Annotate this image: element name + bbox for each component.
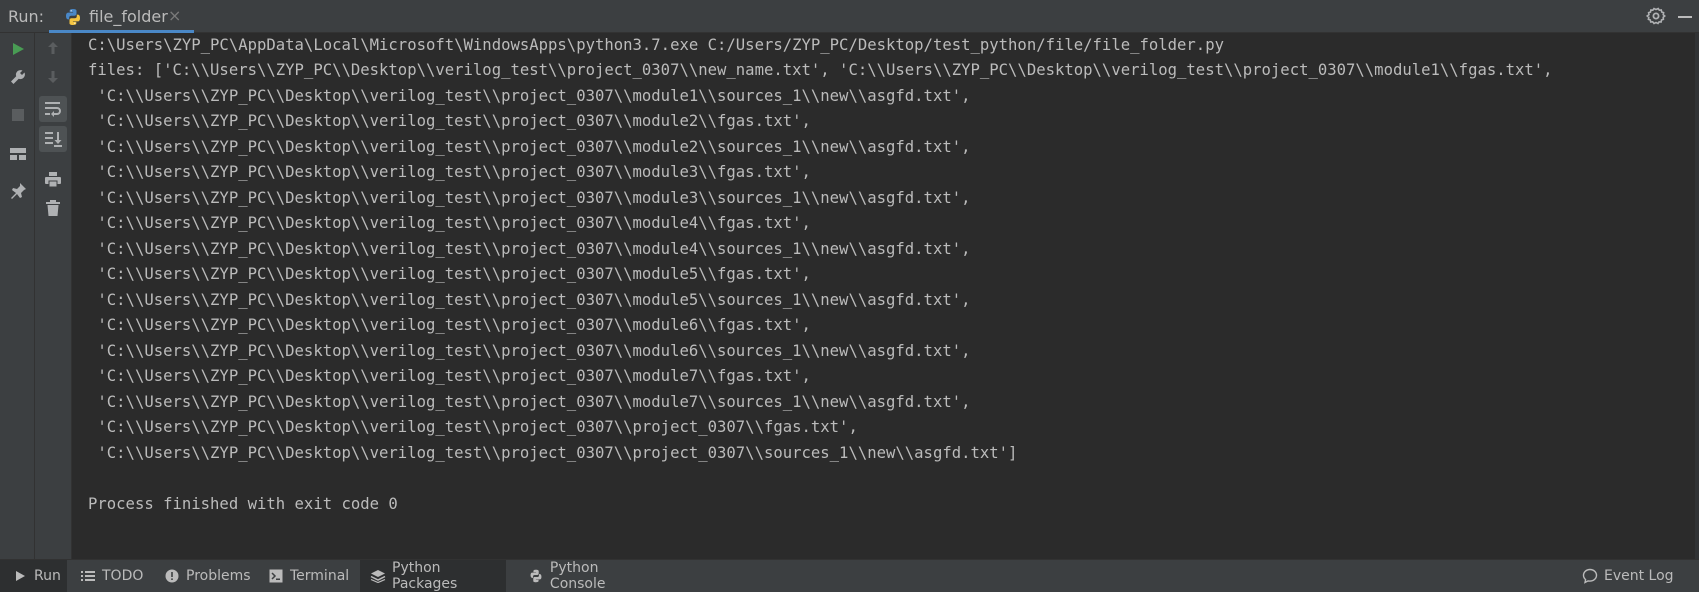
arrow-up-icon [48,42,58,54]
tab-python-console-label: Python Console [549,560,606,592]
tab-run[interactable]: Run [0,560,67,592]
run-tool-header: Run: file_folder × [0,0,1699,33]
console-line: 'C:\\Users\\ZYP_PC\\Desktop\\verilog_tes… [88,163,811,181]
scroll-up-button[interactable] [41,36,65,60]
console-line: C:\Users\ZYP_PC\AppData\Local\Microsoft\… [88,36,1224,54]
stop-icon [12,109,24,121]
restore-layout-button[interactable] [6,142,30,166]
scroll-down-button[interactable] [41,65,65,89]
tab-terminal[interactable]: Terminal [268,560,358,592]
console-line: 'C:\\Users\\ZYP_PC\\Desktop\\verilog_tes… [88,444,1018,462]
console-line: 'C:\\Users\\ZYP_PC\\Desktop\\verilog_tes… [88,367,811,385]
scroll-to-end-icon [45,132,62,147]
console-line: 'C:\\Users\\ZYP_PC\\Desktop\\verilog_tes… [88,393,971,411]
console-toolbar [35,33,72,559]
speech-bubble-icon [1582,568,1598,584]
printer-icon [45,172,61,188]
python-icon [528,568,544,584]
soft-wrap-icon [45,102,61,117]
list-icon [80,568,96,584]
edit-configuration-button[interactable] [6,65,30,89]
tab-problems[interactable]: Problems [164,560,259,592]
minimize-icon[interactable] [1678,16,1692,18]
play-icon [13,43,24,55]
stop-button[interactable] [6,103,30,127]
console-line: 'C:\\Users\\ZYP_PC\\Desktop\\verilog_tes… [88,138,971,156]
tab-python-packages-label: Python Packages [392,560,458,592]
console-line: 'C:\\Users\\ZYP_PC\\Desktop\\verilog_tes… [88,189,971,207]
console-output[interactable]: C:\Users\ZYP_PC\AppData\Local\Microsoft\… [72,33,1697,559]
close-icon[interactable]: × [168,6,181,25]
console-line: 'C:\\Users\\ZYP_PC\\Desktop\\verilog_tes… [88,214,811,232]
tab-python-packages[interactable]: Python Packages [360,560,506,592]
console-line: 'C:\\Users\\ZYP_PC\\Desktop\\verilog_tes… [88,342,971,360]
soft-wrap-button[interactable] [39,96,67,122]
tab-todo-label: TODO [102,568,144,584]
clear-all-button[interactable] [41,196,65,220]
arrow-down-icon [48,71,58,83]
tab-event-log[interactable]: Event Log [1582,560,1682,592]
trash-icon [46,200,60,216]
python-file-icon [66,9,80,25]
terminal-icon [268,568,284,584]
process-exit-message: Process finished with exit code 0 [88,495,398,513]
layers-icon [370,568,386,584]
tab-todo[interactable]: TODO [80,560,150,592]
rerun-button[interactable] [6,37,30,61]
tab-file-folder[interactable]: file_folder × [49,0,194,33]
tab-terminal-label: Terminal [290,568,350,584]
run-label: Run: [8,7,45,26]
console-line: 'C:\\Users\\ZYP_PC\\Desktop\\verilog_tes… [88,112,811,130]
ide-run-panel: Run: file_folder × C:\Users\ZYP_PC\AppDa… [0,0,1699,592]
console-line: 'C:\\Users\\ZYP_PC\\Desktop\\verilog_tes… [88,291,971,309]
pin-tab-button[interactable] [6,179,30,203]
wrench-icon [11,70,25,84]
console-line: 'C:\\Users\\ZYP_PC\\Desktop\\verilog_tes… [88,87,971,105]
console-line: 'C:\\Users\\ZYP_PC\\Desktop\\verilog_tes… [88,265,811,283]
scrollbar[interactable] [1695,33,1699,559]
run-toolbar [0,33,35,559]
tab-problems-label: Problems [186,568,251,584]
console-line: 'C:\\Users\\ZYP_PC\\Desktop\\verilog_tes… [88,240,971,258]
console-line: 'C:\\Users\\ZYP_PC\\Desktop\\verilog_tes… [88,316,811,334]
tab-label: file_folder [89,7,168,26]
tab-event-log-label: Event Log [1604,568,1674,584]
warning-icon [164,568,180,584]
tab-python-console[interactable]: Python Console [528,560,658,592]
console-line: 'C:\\Users\\ZYP_PC\\Desktop\\verilog_tes… [88,418,858,436]
print-button[interactable] [41,167,65,191]
console-line: files: ['C:\\Users\\ZYP_PC\\Desktop\\ver… [88,61,1553,79]
run-icon [12,568,28,584]
gear-icon[interactable] [1646,6,1666,26]
tab-run-label: Run [34,568,61,584]
scroll-to-end-button[interactable] [39,126,67,152]
layout-icon [10,148,26,160]
tool-window-bar: Run TODO Problems Terminal Python Packag… [0,559,1699,592]
pin-icon [11,183,26,199]
